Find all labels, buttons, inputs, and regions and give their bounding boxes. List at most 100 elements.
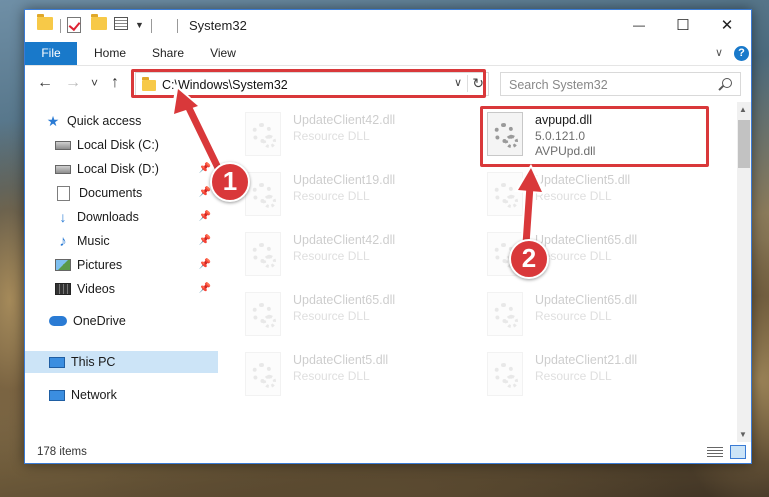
pin-icon: 📌 (198, 283, 211, 294)
navigation-pane: ★ Quick access Local Disk (C:) Local Dis… (25, 106, 219, 434)
sidebar-item-label: OneDrive (73, 314, 126, 328)
file-item[interactable]: UpdateClient65.dll Resource DLL (487, 290, 717, 346)
star-icon: ★ (46, 112, 60, 129)
dll-file-icon (245, 352, 281, 396)
details-view-icon[interactable] (707, 447, 723, 458)
file-item[interactable]: UpdateClient65.dll Resource DLL (245, 290, 475, 346)
file-item[interactable]: UpdateClient42.dll Resource DLL (245, 110, 475, 166)
sidebar-item-label: Documents (79, 186, 143, 200)
scroll-down-icon[interactable]: ▼ (739, 430, 747, 439)
separator (60, 19, 61, 33)
file-description: Resource DLL (535, 369, 612, 383)
sidebar-item-music[interactable]: ♪ Music 📌 (55, 230, 215, 252)
search-icon[interactable] (722, 78, 732, 88)
file-item[interactable]: UpdateClient19.dll Resource DLL (245, 170, 475, 226)
separator (177, 19, 178, 33)
pin-icon: 📌 (198, 235, 211, 246)
videos-icon (55, 283, 71, 295)
sidebar-item-label: Network (71, 388, 117, 402)
file-description: Resource DLL (535, 309, 612, 323)
onedrive-icon (49, 316, 67, 326)
file-item[interactable]: UpdateClient5.dll Resource DLL (245, 350, 475, 406)
file-item[interactable]: UpdateClient21.dll Resource DLL (487, 350, 717, 406)
sidebar-item-downloads[interactable]: ↓ Downloads 📌 (55, 206, 215, 228)
file-description: Resource DLL (293, 369, 370, 383)
drive-icon (55, 164, 71, 174)
downloads-icon: ↓ (59, 209, 67, 225)
pin-icon: 📌 (198, 259, 211, 270)
file-name: UpdateClient65.dll (293, 293, 396, 307)
sidebar-item-label: Quick access (67, 114, 142, 128)
file-item[interactable]: UpdateClient42.dll Resource DLL (245, 230, 475, 286)
dll-file-icon (245, 172, 281, 216)
sidebar-item-onedrive[interactable]: OneDrive (49, 310, 215, 332)
network-icon (49, 389, 65, 401)
file-highlight (480, 106, 709, 167)
up-button[interactable]: ↑ (111, 74, 119, 92)
scroll-up-icon[interactable]: ▲ (739, 105, 747, 114)
title-bar: ▼ System32 — ☐ ✕ (25, 10, 751, 42)
dll-file-icon (245, 232, 281, 276)
sidebar-item-videos[interactable]: Videos 📌 (55, 278, 215, 300)
sidebar-item-label: Downloads (77, 210, 139, 224)
file-name: UpdateClient42.dll (293, 113, 396, 127)
dll-file-icon (487, 352, 523, 396)
sidebar-item-label: Local Disk (C:) (77, 138, 159, 152)
sidebar-item-label: Music (77, 234, 110, 248)
file-name: UpdateClient65.dll (535, 233, 638, 247)
address-bar-highlight (131, 69, 486, 98)
back-button[interactable]: ← (37, 74, 53, 92)
scroll-thumb[interactable] (738, 120, 750, 168)
recent-locations-button[interactable]: ˅ (91, 76, 98, 90)
pin-icon: 📌 (198, 187, 211, 198)
sidebar-item-network[interactable]: Network (49, 384, 215, 406)
maximize-button[interactable]: ☐ (661, 10, 705, 40)
customize-toolbar-icon[interactable] (114, 17, 128, 30)
sidebar-item-documents[interactable]: Documents 📌 (55, 182, 215, 204)
file-name: UpdateClient5.dll (535, 173, 631, 187)
separator (151, 19, 152, 33)
tab-file[interactable]: File (25, 42, 77, 65)
tab-home[interactable]: Home (87, 42, 133, 65)
file-name: UpdateClient65.dll (535, 293, 638, 307)
tab-share[interactable]: Share (145, 42, 191, 65)
ribbon-tabs: File Home Share View ∨ ? (25, 42, 751, 66)
file-name: UpdateClient42.dll (293, 233, 396, 247)
toolbar-dropdown-icon[interactable]: ▼ (135, 20, 144, 30)
file-description: Resource DLL (293, 129, 370, 143)
sidebar-item-local-disk-d[interactable]: Local Disk (D:) 📌 (55, 158, 215, 180)
status-bar: 178 items (25, 442, 751, 463)
properties-check-icon[interactable] (67, 17, 81, 33)
minimize-button[interactable]: — (617, 10, 661, 40)
forward-button[interactable]: → (65, 74, 81, 92)
search-box[interactable]: Search System32 (500, 72, 741, 96)
large-icons-view-icon[interactable] (730, 445, 746, 459)
sidebar-item-label: This PC (71, 355, 116, 369)
sidebar-item-pictures[interactable]: Pictures 📌 (55, 254, 215, 276)
folder-icon (37, 14, 53, 30)
dll-file-icon (245, 112, 281, 156)
tab-view[interactable]: View (203, 42, 243, 65)
vertical-scrollbar[interactable]: ▲ ▼ (737, 102, 751, 442)
ribbon-expand-icon[interactable]: ∨ (715, 46, 723, 59)
sidebar-item-label: Local Disk (D:) (77, 162, 159, 176)
dll-file-icon (245, 292, 281, 336)
sidebar-item-this-pc[interactable]: This PC (25, 351, 218, 373)
this-pc-icon (49, 356, 65, 368)
new-folder-icon[interactable] (91, 14, 107, 30)
pin-icon: 📌 (198, 211, 211, 222)
window-title: System32 (189, 18, 247, 33)
file-description: Resource DLL (293, 249, 370, 263)
help-icon[interactable]: ? (734, 46, 749, 61)
sidebar-item-quick-access[interactable]: ★ Quick access (45, 110, 215, 132)
close-button[interactable]: ✕ (705, 10, 749, 40)
file-name: UpdateClient19.dll (293, 173, 396, 187)
file-item[interactable]: UpdateClient5.dll Resource DLL (487, 170, 717, 226)
drive-icon (55, 140, 71, 150)
sidebar-item-label: Pictures (77, 258, 123, 272)
music-icon: ♪ (59, 232, 67, 250)
dll-file-icon (487, 172, 523, 216)
sidebar-item-local-disk-c[interactable]: Local Disk (C:) (55, 134, 215, 156)
search-input[interactable]: Search System32 (509, 78, 608, 92)
step-badge-1: 1 (210, 162, 250, 202)
